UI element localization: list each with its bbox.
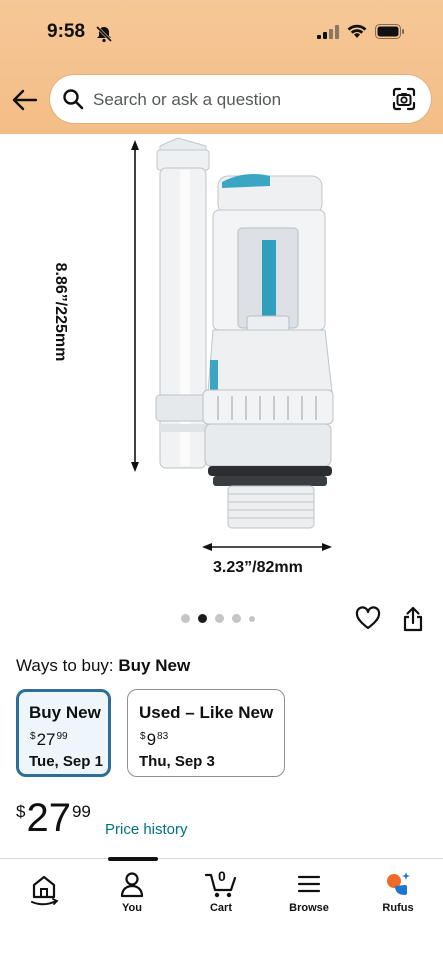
- tab-label: Rufus: [382, 902, 414, 914]
- buy-option-used[interactable]: Used – Like New $983 Thu, Sep 3: [127, 689, 285, 777]
- tab-label: You: [122, 902, 142, 914]
- price-whole: 27: [26, 796, 71, 840]
- search-input[interactable]: Search or ask a question: [50, 75, 431, 123]
- option-delivery-date: Thu, Sep 3: [139, 753, 215, 770]
- wifi-icon: [347, 24, 367, 38]
- option-price: $983: [140, 730, 169, 749]
- tab-you[interactable]: You: [92, 869, 172, 914]
- height-dimension-label: 8.86”/225mm: [52, 262, 69, 362]
- tab-browse[interactable]: Browse: [269, 869, 349, 914]
- back-arrow-icon[interactable]: [10, 86, 40, 114]
- search-placeholder: Search or ask a question: [93, 90, 282, 109]
- tab-cart[interactable]: 0 Cart: [181, 868, 261, 914]
- app-header: 9:58 Search or ask a question: [0, 0, 443, 134]
- price-fraction: 99: [71, 802, 91, 821]
- price-currency: $: [16, 802, 26, 821]
- menu-icon: [297, 875, 321, 893]
- heart-icon[interactable]: [355, 606, 381, 632]
- tab-home[interactable]: [4, 869, 84, 910]
- option-price: $2799: [30, 730, 68, 749]
- home-icon: [31, 875, 59, 906]
- tab-label: Browse: [289, 902, 329, 914]
- carousel-dot[interactable]: [249, 615, 255, 622]
- bell-muted-icon: [95, 25, 113, 43]
- status-time: 9:58: [47, 21, 86, 42]
- option-title: Used – Like New: [139, 703, 274, 722]
- camera-search-icon[interactable]: [391, 86, 417, 112]
- carousel-dot[interactable]: [215, 614, 224, 623]
- share-icon[interactable]: [402, 605, 424, 633]
- image-carousel-dots[interactable]: [181, 614, 255, 623]
- active-tab-indicator: [108, 857, 158, 861]
- search-icon: [63, 89, 84, 110]
- user-icon: [120, 872, 144, 898]
- option-delivery-date: Tue, Sep 1: [29, 753, 103, 770]
- width-dimension-label: 3.23”/82mm: [213, 559, 303, 576]
- ways-to-buy: Ways to buy: Buy New: [16, 656, 190, 676]
- bottom-tab-bar: You 0 Cart Browse Rufus: [0, 857, 443, 961]
- price-history-link[interactable]: Price history: [105, 821, 188, 838]
- price: $ 27 99: [16, 796, 91, 840]
- status-icons: [317, 24, 405, 39]
- rufus-icon: [387, 872, 410, 895]
- tab-rufus[interactable]: Rufus: [358, 869, 438, 914]
- ways-to-buy-label: Ways to buy:: [16, 656, 114, 675]
- tab-label: Cart: [209, 902, 232, 914]
- carousel-dot-active[interactable]: [198, 614, 207, 623]
- ways-to-buy-selected: Buy New: [118, 656, 191, 675]
- buy-option-new[interactable]: Buy New $2799 Tue, Sep 1: [16, 689, 111, 777]
- cart-count: 0: [218, 868, 226, 884]
- option-title: Buy New: [29, 703, 101, 722]
- signal-icon: [317, 24, 339, 39]
- battery-icon: [375, 24, 404, 39]
- product-image[interactable]: [0, 134, 443, 604]
- carousel-dot[interactable]: [232, 614, 241, 623]
- carousel-dot[interactable]: [181, 614, 190, 623]
